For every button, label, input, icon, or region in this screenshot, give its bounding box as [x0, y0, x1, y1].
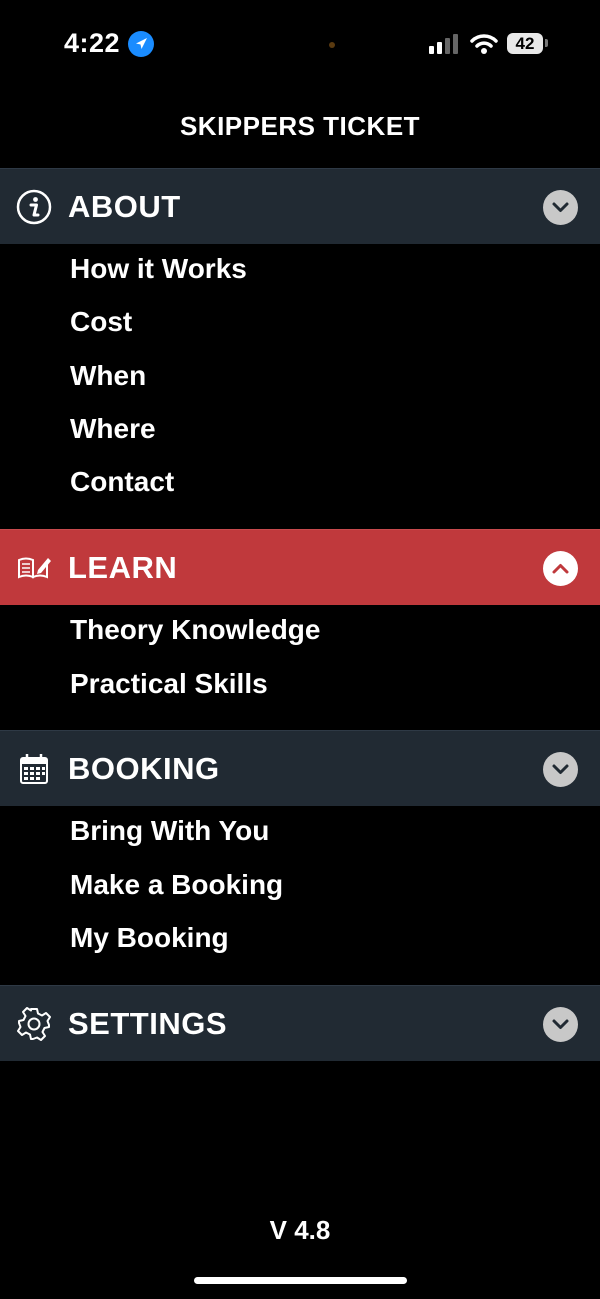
menu-item-when[interactable]: When: [70, 360, 146, 392]
app-title: SKIPPERS TICKET: [179, 111, 421, 141]
info-icon: [16, 189, 52, 225]
chevron-down-icon[interactable]: [543, 190, 578, 225]
section-label-about: ABOUT: [68, 189, 181, 224]
menu-item-make-a-booking[interactable]: Make a Booking: [70, 869, 283, 901]
menu-item-my-booking[interactable]: My Booking: [70, 922, 229, 954]
section-header-about[interactable]: ABOUT: [0, 168, 600, 244]
chevron-down-icon[interactable]: [543, 752, 578, 787]
section-header-booking[interactable]: BOOKING: [0, 730, 600, 806]
menu-item-where[interactable]: Where: [70, 413, 156, 445]
section-header-settings[interactable]: SETTINGS: [0, 985, 600, 1061]
menu-item-contact[interactable]: Contact: [70, 466, 174, 498]
status-bar: 4:22 42: [0, 0, 600, 90]
status-time: 4:22: [64, 28, 121, 58]
battery-indicator: 42: [507, 33, 543, 54]
section-label-learn: LEARN: [68, 550, 178, 585]
camera-indicator: [329, 42, 335, 48]
calendar-icon: [16, 751, 52, 787]
app-version: V 4.8: [269, 1215, 331, 1245]
chevron-down-icon[interactable]: [543, 1007, 578, 1042]
menu-item-cost[interactable]: Cost: [70, 306, 132, 338]
chevron-up-icon[interactable]: [543, 551, 578, 586]
cellular-signal-icon: [429, 34, 461, 59]
gear-icon: [16, 1006, 52, 1042]
wifi-icon: [470, 33, 498, 60]
menu-item-bring-with-you[interactable]: Bring With You: [70, 815, 269, 847]
menu-item-how-it-works[interactable]: How it Works: [70, 253, 247, 285]
battery-tip: [545, 39, 548, 47]
menu-item-theory-knowledge[interactable]: Theory Knowledge: [70, 614, 320, 646]
location-arrow-icon: [128, 31, 154, 57]
home-indicator[interactable]: [194, 1277, 407, 1284]
book-pencil-icon: [16, 550, 52, 586]
section-label-booking: BOOKING: [68, 751, 220, 786]
section-header-learn[interactable]: LEARN: [0, 529, 600, 605]
menu-item-practical-skills[interactable]: Practical Skills: [70, 668, 268, 700]
section-label-settings: SETTINGS: [68, 1006, 228, 1041]
